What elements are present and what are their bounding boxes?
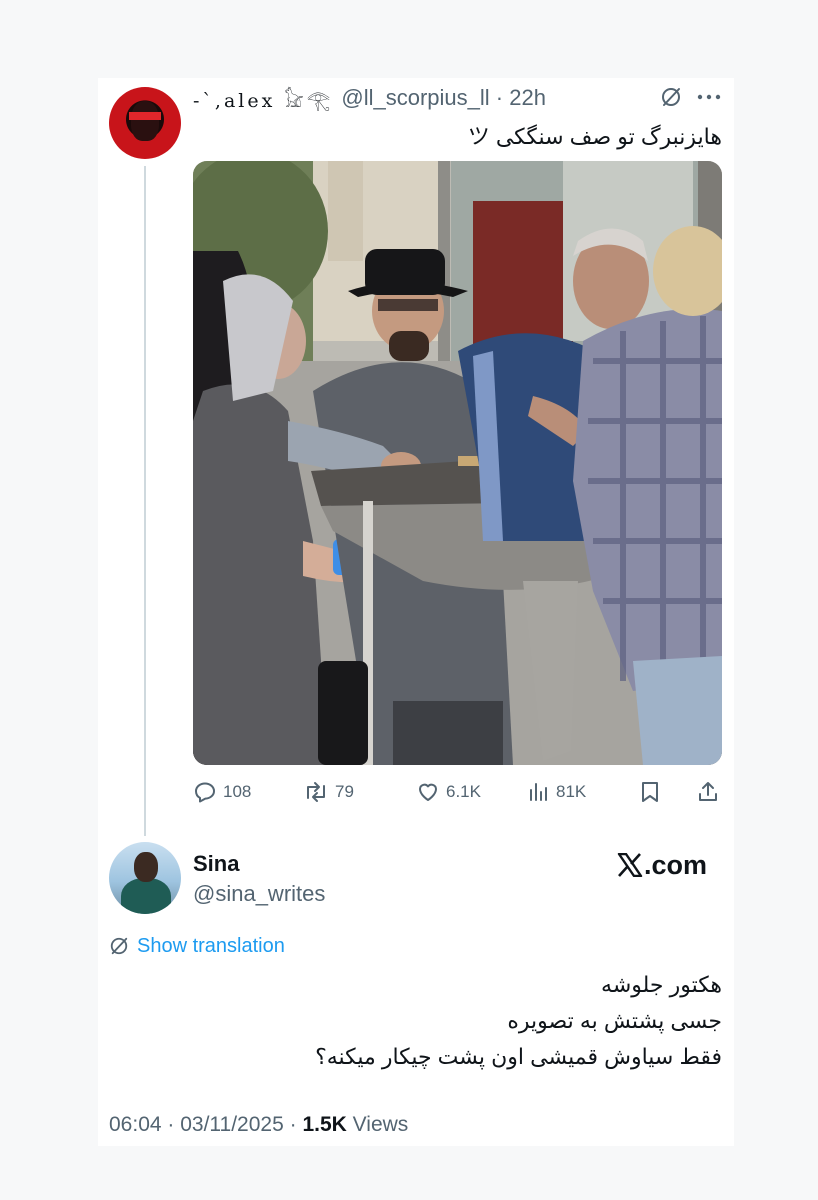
- views-button[interactable]: 81K: [528, 775, 586, 809]
- view-count: 81K: [556, 782, 587, 801]
- x-brand-watermark: .com: [617, 850, 707, 880]
- tweet-actions: 108 79 6.1K 81K: [193, 775, 722, 809]
- like-button[interactable]: 6.1K: [416, 775, 481, 809]
- x-logo-icon: [617, 853, 643, 877]
- separator-dot: ·: [167, 1113, 181, 1136]
- like-count: 6.1K: [446, 782, 481, 801]
- display-name[interactable]: -`,alex 𓃠𓂀: [193, 83, 333, 114]
- grok-icon: [110, 937, 128, 955]
- tweet-line: هکتور جلوشه: [601, 972, 722, 997]
- show-translation-link[interactable]: Show translation: [109, 933, 285, 959]
- bookmark-icon: [642, 782, 658, 802]
- street-scene-image: [193, 161, 722, 765]
- user-handle[interactable]: @ll_scorpius_ll: [341, 85, 489, 111]
- more-icon[interactable]: [697, 92, 721, 102]
- thread-line: [144, 166, 146, 836]
- views-label: Views: [352, 1113, 409, 1136]
- avatar-face: [131, 101, 159, 141]
- separator-dot: ·: [289, 1113, 303, 1136]
- user-handle[interactable]: @sina_writes: [193, 881, 325, 907]
- tweet-line: فقط سیاوش قمیشی اون پشت چیکار میکنه؟: [315, 1044, 722, 1069]
- reply-button[interactable]: 108: [193, 775, 251, 809]
- retweet-button[interactable]: 79: [303, 775, 354, 809]
- avatar[interactable]: [109, 87, 181, 159]
- share-icon: [699, 782, 717, 801]
- reply-icon: [195, 782, 215, 803]
- tweet-header: -`,alex 𓃠𓂀 @ll_scorpius_ll · 22h: [193, 84, 546, 112]
- grok-icon[interactable]: [660, 86, 682, 108]
- avatar[interactable]: [109, 842, 181, 914]
- retweet-icon: [307, 782, 325, 802]
- tweet-timestamp: 06:04 · 03/11/2025 · 1.5K Views: [109, 1113, 408, 1137]
- views-count[interactable]: 1.5K: [302, 1113, 346, 1136]
- analytics-icon: [530, 783, 547, 801]
- separator-dot: ·: [489, 85, 510, 110]
- tweet-time[interactable]: 06:04: [109, 1113, 162, 1136]
- heart-icon: [419, 783, 437, 801]
- avatar-head: [134, 852, 158, 882]
- display-name[interactable]: Sina: [193, 851, 239, 877]
- bookmark-button[interactable]: [639, 775, 667, 809]
- reply-count: 108: [223, 782, 252, 801]
- tweet-text: هکتور جلوشه جسی پشتش به تصویره فقط سیاوش…: [315, 967, 722, 1075]
- show-translation-label: Show translation: [137, 934, 285, 957]
- tweet-line: جسی پشتش به تصویره: [507, 1008, 722, 1033]
- avatar-body: [121, 878, 171, 914]
- retweet-count: 79: [335, 782, 354, 801]
- avatar-band: [129, 112, 161, 120]
- share-button[interactable]: [696, 775, 726, 809]
- tweet-text: هایزنبرگ تو صف سنگکی ツ: [467, 124, 722, 149]
- brand-domain: .com: [644, 849, 708, 880]
- tweet-time[interactable]: 22h: [509, 85, 546, 111]
- tweet-date[interactable]: 03/11/2025: [180, 1113, 284, 1136]
- tweet-photo[interactable]: [193, 161, 722, 765]
